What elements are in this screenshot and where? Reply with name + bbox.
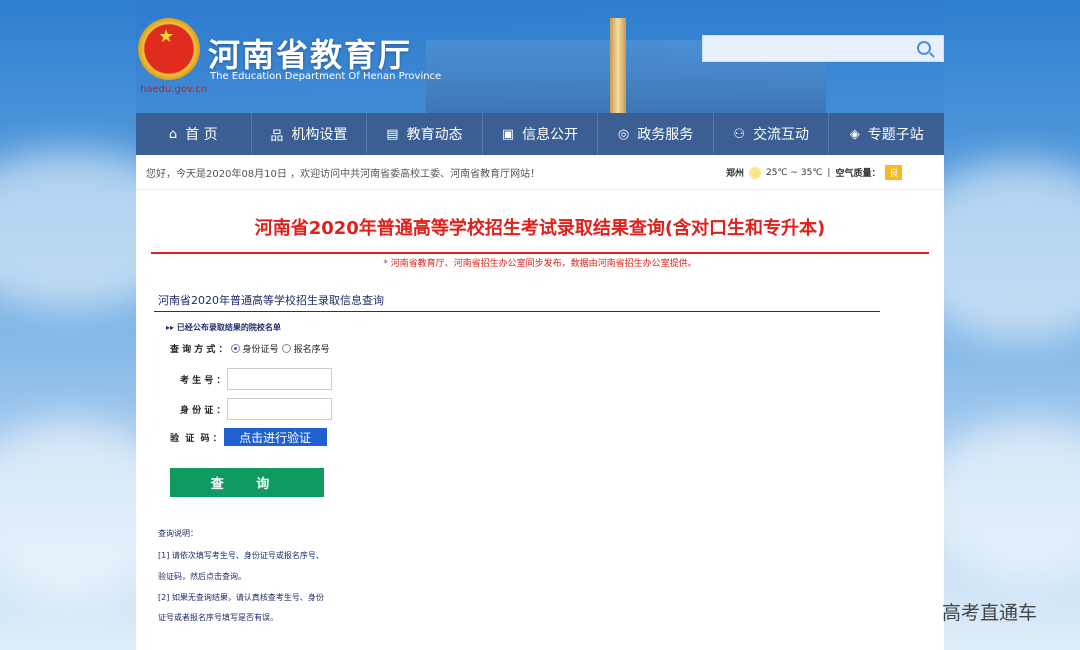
- watermark-text: 高考直通车: [942, 602, 1038, 624]
- help-line: 验证码，然后点击查询。: [158, 572, 246, 581]
- help-line: [2] 如果无查询结果，请认真核查考生号、身份: [158, 593, 324, 602]
- welcome-bar: 您好，今天是2020年08月10日 ，欢迎访问中共河南省委高校工委、河南省教育厅…: [136, 155, 944, 190]
- id-number-input[interactable]: [227, 398, 333, 420]
- page-title: 河南省2020年普通高等学校招生考试录取结果查询(含对口生和专升本): [254, 218, 826, 239]
- id-number-row: 身 份 证 ：: [180, 398, 333, 420]
- nav-organization[interactable]: 品机构设置: [252, 113, 368, 155]
- main-nav: ⌂ 首 页 品机构设置 ▤ 教育动态 ▣ 信息公开 ◎ 政务服务 ⚇ 交流互动 ◈ 专题子站: [136, 113, 944, 155]
- organization-icon: 品: [270, 128, 284, 144]
- nav-info-disclosure[interactable]: ▣ 信息公开: [483, 113, 599, 155]
- national-emblem-icon: ★: [138, 18, 200, 80]
- nav-label: 首 页: [185, 127, 218, 143]
- section-title: 河南省2020年普通高等学校招生录取信息查询: [158, 294, 384, 307]
- weather-city: 郑州: [726, 169, 745, 179]
- exam-number-input[interactable]: [227, 368, 333, 390]
- divider: [154, 311, 880, 312]
- document-icon: ▣: [501, 126, 515, 142]
- nav-label: 信息公开: [522, 127, 579, 143]
- nav-label: 机构设置: [291, 127, 348, 143]
- captcha-label: 验 证 码 ：: [170, 433, 222, 444]
- verify-button[interactable]: 点击进行验证: [223, 428, 327, 446]
- search-input[interactable]: [702, 35, 944, 62]
- site-header: ★ haedu.gov.cn 河南省教育厅 The Education Depa…: [136, 0, 944, 113]
- help-line: 证号或者报名序号填写是否有误。: [158, 613, 278, 622]
- separator: |: [827, 167, 831, 178]
- nav-label: 政务服务: [637, 127, 694, 143]
- radio-label: 报名序号: [293, 345, 330, 355]
- exam-number-row: 考 生 号 ：: [180, 368, 333, 390]
- service-icon: ◎: [617, 126, 630, 142]
- captcha-row: 验 证 码 ： 点击进行验证: [170, 428, 327, 446]
- news-icon: ▤: [386, 126, 399, 142]
- site-subtitle: The Education Department Of Henan Provin…: [210, 71, 442, 82]
- sun-icon: [749, 166, 762, 179]
- query-mode-label: 查 询 方 式 ：: [170, 345, 228, 355]
- help-line: [1] 请依次填写考生号、身份证号或报名序号、: [158, 551, 324, 560]
- query-mode-row: 查 询 方 式 ： 身份证号 报名序号: [170, 342, 330, 355]
- nav-label: 教育动态: [406, 127, 463, 143]
- chat-icon: ⚇: [733, 126, 745, 142]
- divider: [151, 252, 929, 254]
- nav-news[interactable]: ▤ 教育动态: [367, 113, 483, 155]
- schools-list-link[interactable]: ▸▸ 已经公布录取结果的院校名单: [166, 322, 281, 333]
- search-icon[interactable]: [917, 41, 931, 55]
- notice-text: * 河南省教育厅、河南省招生办公室同步发布，数据由河南省招生办公室提供。: [383, 259, 697, 269]
- nav-label: 交流互动: [753, 127, 809, 143]
- tower-image: [610, 18, 626, 113]
- topic-icon: ◈: [849, 126, 860, 142]
- radio-registration-number[interactable]: [281, 344, 291, 353]
- radio-label: 身份证号: [242, 345, 279, 355]
- site-title[interactable]: 河南省教育厅: [208, 30, 412, 76]
- nav-gov-services[interactable]: ◎ 政务服务: [598, 113, 714, 155]
- site-domain: haedu.gov.cn: [140, 84, 208, 95]
- air-quality-badge: 良: [885, 165, 903, 180]
- nav-home[interactable]: ⌂ 首 页: [136, 113, 252, 155]
- nav-topics[interactable]: ◈ 专题子站: [829, 113, 944, 155]
- radio-id-number[interactable]: [230, 344, 240, 353]
- submit-query-button[interactable]: 查 询: [170, 468, 324, 497]
- id-number-label: 身 份 证 ：: [180, 405, 226, 416]
- page-container: ★ haedu.gov.cn 河南省教育厅 The Education Depa…: [136, 0, 944, 650]
- weather-widget: 郑州 25℃ ~ 35℃ | 空气质量： 良: [726, 165, 903, 180]
- air-quality-label: 空气质量：: [835, 169, 881, 179]
- query-panel: 河南省2020年普通高等学校招生考试录取结果查询(含对口生和专升本) * 河南省…: [136, 190, 944, 650]
- nav-interaction[interactable]: ⚇ 交流互动: [714, 113, 830, 155]
- exam-number-label: 考 生 号 ：: [180, 375, 226, 386]
- help-title: 查询说明：: [158, 529, 198, 538]
- nav-label: 专题子站: [867, 127, 924, 143]
- home-icon: ⌂: [168, 126, 178, 142]
- weather-temp: 25℃ ~ 35℃: [766, 167, 823, 178]
- welcome-text: 您好，今天是2020年08月10日 ，欢迎访问中共河南省委高校工委、河南省教育厅…: [146, 168, 541, 180]
